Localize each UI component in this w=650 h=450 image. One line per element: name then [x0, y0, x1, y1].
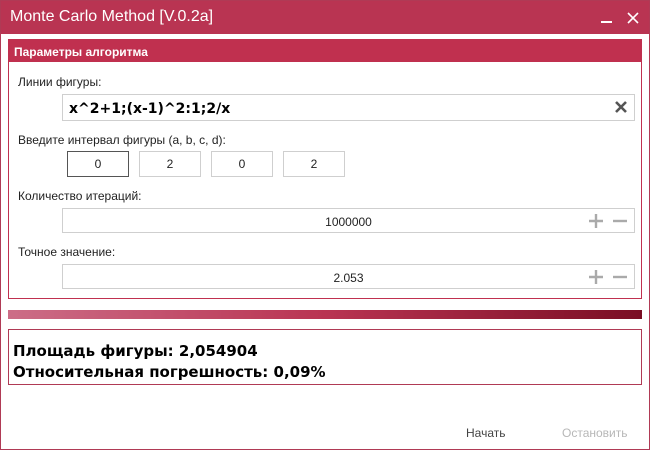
start-button[interactable]: Начать: [466, 426, 506, 440]
group-header: Параметры алгоритма: [9, 40, 641, 62]
interval-b-input[interactable]: 2: [139, 151, 201, 177]
close-button[interactable]: [618, 1, 648, 34]
close-icon: [627, 11, 639, 24]
plus-icon[interactable]: [588, 269, 604, 285]
iterations-value: 1000000: [325, 215, 372, 229]
figure-lines-value: x^2+1;(x-1)^2:1;2/x: [69, 101, 231, 117]
minus-icon[interactable]: [612, 269, 628, 285]
figure-lines-label: Линии фигуры:: [18, 75, 102, 89]
minimize-button[interactable]: [591, 1, 621, 34]
algorithm-params-group: Параметры алгоритма Линии фигуры: x^2+1;…: [8, 39, 642, 299]
area-result: Площадь фигуры: 2,054904: [13, 342, 258, 360]
exact-value-input[interactable]: 2.053: [62, 264, 635, 289]
interval-label: Введите интервал фигуры (a, b, c, d):: [18, 133, 226, 147]
window-title: Monte Carlo Method [V.0.2a]: [10, 8, 214, 25]
stop-button[interactable]: Остановить: [562, 426, 628, 440]
app-window: Monte Carlo Method [V.0.2a] Параметры ал…: [0, 0, 650, 450]
figure-lines-input[interactable]: x^2+1;(x-1)^2:1;2/x: [62, 94, 635, 121]
title-bar[interactable]: Monte Carlo Method [V.0.2a]: [1, 1, 649, 34]
iterations-label: Количество итераций:: [18, 189, 142, 203]
interval-a-input[interactable]: 0: [67, 151, 129, 177]
minimize-icon: [600, 20, 612, 23]
exact-value-label: Точное значение:: [18, 245, 116, 259]
iterations-input[interactable]: 1000000: [62, 208, 635, 233]
interval-c-input[interactable]: 0: [211, 151, 273, 177]
results-panel: Площадь фигуры: 2,054904 Относительная п…: [8, 329, 642, 385]
interval-d-input[interactable]: 2: [283, 151, 345, 177]
minus-icon[interactable]: [612, 213, 628, 229]
clear-icon[interactable]: [612, 98, 630, 116]
relative-error-result: Относительная погрешность: 0,09%: [13, 363, 326, 381]
plus-icon[interactable]: [588, 213, 604, 229]
exact-value: 2.053: [333, 271, 364, 285]
progress-bar: [8, 310, 642, 319]
